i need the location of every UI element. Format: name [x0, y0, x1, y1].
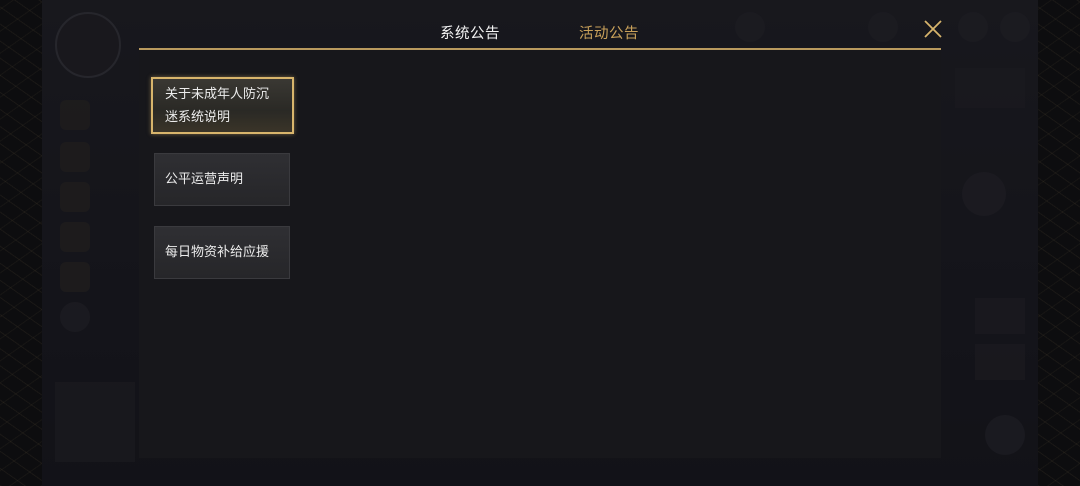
left-decorative-frame [0, 0, 42, 486]
game-screen: 系统公告 活动公告 关于未成年人防沉迷系统说明 公平运营声明 每日物资补给应援 [0, 0, 1080, 486]
tab-activity-announcement[interactable]: 活动公告 [579, 22, 639, 43]
announcement-item-daily-supply[interactable]: 每日物资补给应援 [154, 226, 290, 279]
close-icon [924, 20, 942, 38]
tab-system-announcement[interactable]: 系统公告 [440, 22, 500, 43]
announcement-header [139, 0, 941, 48]
right-decorative-frame [1038, 0, 1080, 486]
announcement-item-label: 每日物资补给应援 [165, 245, 270, 260]
announcement-item-label: 公平运营声明 [165, 172, 244, 187]
close-button[interactable] [922, 18, 944, 40]
announcement-item-anti-addiction[interactable]: 关于未成年人防沉迷系统说明 [151, 77, 294, 134]
announcement-item-label: 关于未成年人防沉迷系统说明 [165, 86, 270, 125]
announcement-item-fair-operation[interactable]: 公平运营声明 [154, 153, 290, 206]
